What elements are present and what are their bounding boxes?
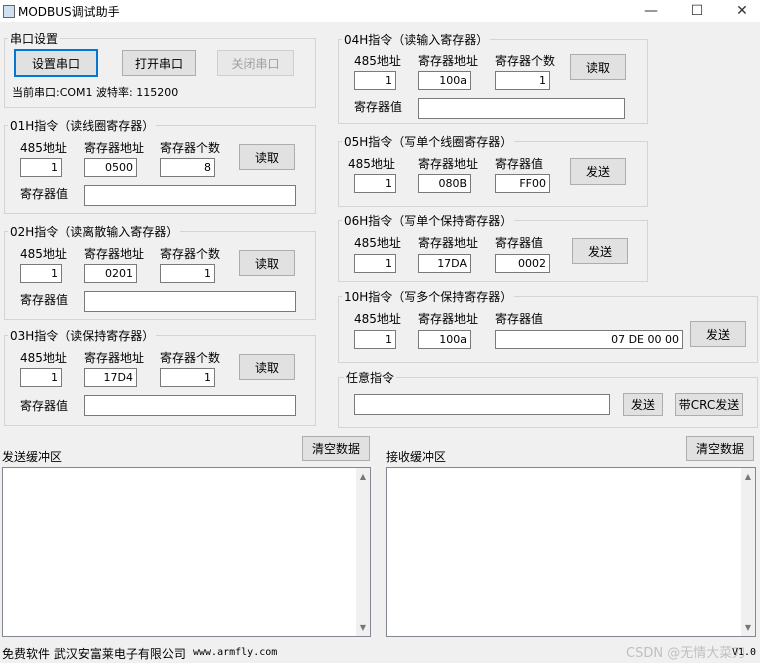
title-bar: MODBUS调试助手 — ☐ ✕ xyxy=(0,0,760,22)
f03-addr-label: 485地址 xyxy=(20,351,67,365)
f01-value-label: 寄存器值 xyxy=(20,187,69,201)
f02-addr-input[interactable]: 1 xyxy=(20,264,62,283)
f03-value-label: 寄存器值 xyxy=(20,399,69,413)
f03-title: 03H指令（读保持寄存器） xyxy=(8,327,157,344)
f04-value-label: 寄存器值 xyxy=(354,100,403,114)
f01-reg-input[interactable]: 0500 xyxy=(84,158,137,177)
maximize-button[interactable]: ☐ xyxy=(674,0,720,22)
f04-count-label: 寄存器个数 xyxy=(495,54,556,68)
f05-value-input[interactable]: FF00 xyxy=(495,174,550,193)
send-clear-button[interactable]: 清空数据 xyxy=(302,436,370,461)
f03-reg-label: 寄存器地址 xyxy=(84,351,145,365)
scroll-down-icon[interactable]: ▼ xyxy=(356,623,370,632)
f05-title: 05H指令（写单个线圈寄存器） xyxy=(342,133,515,150)
f10-addr-input[interactable]: 1 xyxy=(354,330,396,349)
f10-addr-label: 485地址 xyxy=(354,312,401,326)
version-label: V1.0 xyxy=(732,647,757,658)
f04-reg-label: 寄存器地址 xyxy=(418,54,479,68)
f02-count-label: 寄存器个数 xyxy=(160,247,221,261)
minimize-button[interactable]: — xyxy=(628,0,674,22)
scroll-down-icon[interactable]: ▼ xyxy=(741,623,755,632)
f02-value-input[interactable] xyxy=(84,291,296,312)
send-buffer-label: 发送缓冲区 xyxy=(2,450,63,464)
f01-read-button[interactable]: 读取 xyxy=(239,144,295,170)
f10-reg-input[interactable]: 100a xyxy=(418,330,471,349)
scroll-up-icon[interactable]: ▲ xyxy=(356,472,370,481)
f10-send-button[interactable]: 发送 xyxy=(690,321,746,347)
crc-send-button[interactable]: 带CRC发送 xyxy=(675,393,743,416)
f01-reg-label: 寄存器地址 xyxy=(84,141,145,155)
f03-addr-input[interactable]: 1 xyxy=(20,368,62,387)
f04-addr-input[interactable]: 1 xyxy=(354,71,396,90)
f02-read-button[interactable]: 读取 xyxy=(239,250,295,276)
any-command-input[interactable] xyxy=(354,394,610,415)
f06-addr-input[interactable]: 1 xyxy=(354,254,396,273)
send-buffer-area[interactable]: ▲ ▼ xyxy=(2,467,371,637)
f10-value-label: 寄存器值 xyxy=(495,312,544,326)
f06-reg-input[interactable]: 17DA xyxy=(418,254,471,273)
close-serial-button[interactable]: 关闭串口 xyxy=(217,50,294,76)
f06-addr-label: 485地址 xyxy=(354,236,401,250)
send-buffer-scrollbar[interactable]: ▲ ▼ xyxy=(356,468,370,636)
f01-title: 01H指令（读线圈寄存器） xyxy=(8,117,157,134)
f01-count-input[interactable]: 8 xyxy=(160,158,215,177)
f03-value-input[interactable] xyxy=(84,395,296,416)
app-icon xyxy=(3,5,15,18)
f03-count-label: 寄存器个数 xyxy=(160,351,221,365)
f06-reg-label: 寄存器地址 xyxy=(418,236,479,250)
f02-reg-label: 寄存器地址 xyxy=(84,247,145,261)
recv-clear-button[interactable]: 清空数据 xyxy=(686,436,754,461)
f10-value-input[interactable]: 07 DE 00 00 xyxy=(495,330,683,349)
window-title: MODBUS调试助手 xyxy=(18,5,120,19)
f06-send-button[interactable]: 发送 xyxy=(572,238,628,264)
f04-value-input[interactable] xyxy=(418,98,625,119)
any-send-button[interactable]: 发送 xyxy=(623,393,663,416)
f05-reg-label: 寄存器地址 xyxy=(418,157,479,171)
f02-addr-label: 485地址 xyxy=(20,247,67,261)
f04-addr-label: 485地址 xyxy=(354,54,401,68)
f05-send-button[interactable]: 发送 xyxy=(570,158,626,185)
f06-value-label: 寄存器值 xyxy=(495,236,544,250)
serial-status: 当前串口:COM1 波特率: 115200 xyxy=(12,86,179,99)
f02-value-label: 寄存器值 xyxy=(20,293,69,307)
f04-reg-input[interactable]: 100a xyxy=(418,71,471,90)
f01-count-label: 寄存器个数 xyxy=(160,141,221,155)
recv-buffer-area[interactable]: ▲ ▼ xyxy=(386,467,756,637)
f06-value-input[interactable]: 0002 xyxy=(495,254,550,273)
f06-title: 06H指令（写单个保持寄存器） xyxy=(342,212,515,229)
set-serial-button[interactable]: 设置串口 xyxy=(14,49,98,77)
recv-buffer-label: 接收缓冲区 xyxy=(386,450,447,464)
f05-addr-label: 485地址 xyxy=(348,157,395,171)
f03-count-input[interactable]: 1 xyxy=(160,368,215,387)
open-serial-button[interactable]: 打开串口 xyxy=(122,50,196,76)
f05-value-label: 寄存器值 xyxy=(495,157,544,171)
watermark: CSDN @无情大菜刀 xyxy=(626,646,746,661)
close-button[interactable]: ✕ xyxy=(719,0,760,22)
f03-reg-input[interactable]: 17D4 xyxy=(84,368,137,387)
footer-text: 免费软件 武汉安富莱电子有限公司 xyxy=(2,647,186,661)
f10-reg-label: 寄存器地址 xyxy=(418,312,479,326)
serial-settings-title: 串口设置 xyxy=(8,30,61,47)
f01-addr-label: 485地址 xyxy=(20,141,67,155)
f02-count-input[interactable]: 1 xyxy=(160,264,215,283)
f04-read-button[interactable]: 读取 xyxy=(570,54,626,80)
f01-addr-input[interactable]: 1 xyxy=(20,158,62,177)
footer-url[interactable]: www.armfly.com xyxy=(193,647,277,658)
f04-title: 04H指令（读输入寄存器） xyxy=(342,31,491,48)
f01-value-input[interactable] xyxy=(84,185,296,206)
scroll-up-icon[interactable]: ▲ xyxy=(741,472,755,481)
f02-reg-input[interactable]: 0201 xyxy=(84,264,137,283)
f10-title: 10H指令（写多个保持寄存器） xyxy=(342,288,515,305)
f03-read-button[interactable]: 读取 xyxy=(239,354,295,380)
recv-buffer-scrollbar[interactable]: ▲ ▼ xyxy=(741,468,755,636)
f05-reg-input[interactable]: 080B xyxy=(418,174,471,193)
f05-addr-input[interactable]: 1 xyxy=(354,174,396,193)
f04-count-input[interactable]: 1 xyxy=(495,71,550,90)
f02-title: 02H指令（读离散输入寄存器） xyxy=(8,223,181,240)
any-title: 任意指令 xyxy=(344,369,397,386)
